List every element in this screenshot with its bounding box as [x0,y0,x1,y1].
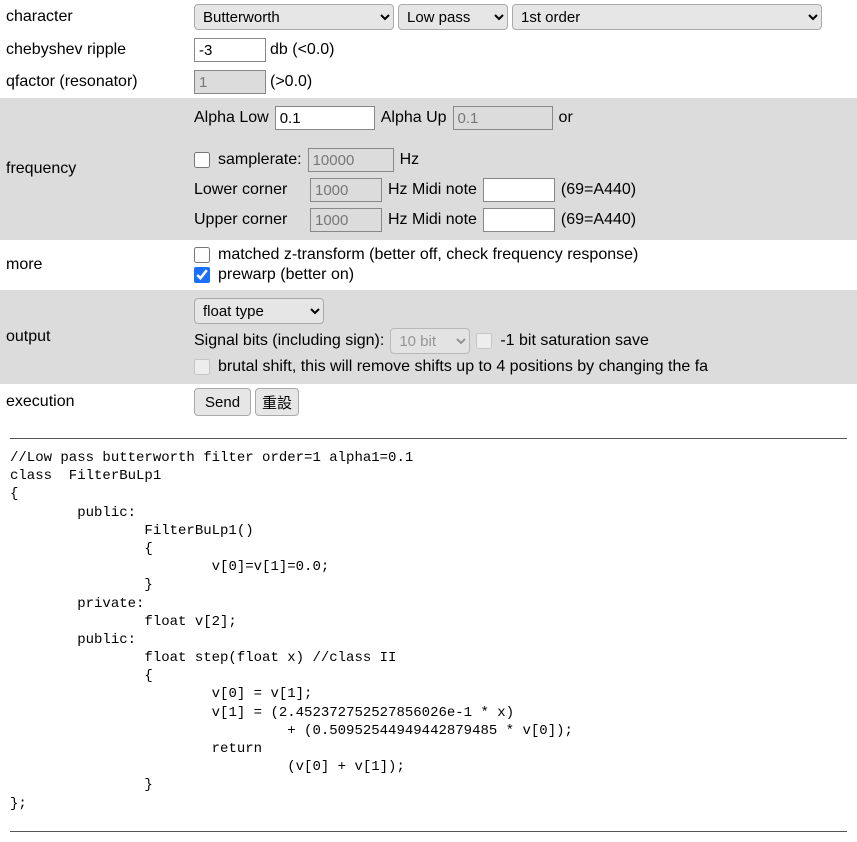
reset-button[interactable]: 重設 [255,388,299,416]
samplerate-input[interactable] [308,148,394,172]
upper-midi-label: Hz Midi note [388,211,477,229]
order-select[interactable]: 1st order [512,4,822,30]
samplerate-checkbox[interactable] [194,152,210,168]
brutal-shift-label: brutal shift, this will remove shifts up… [218,358,708,376]
alpha-low-label: Alpha Low [194,109,269,127]
filter-family-select[interactable]: Butterworth [194,4,394,30]
prewarp-checkbox[interactable] [194,267,210,283]
upper-corner-label: Upper corner [194,211,304,229]
sat-save-checkbox[interactable] [476,333,492,349]
chebyshev-input[interactable] [194,38,266,62]
generated-code: //Low pass butterworth filter order=1 al… [10,449,847,813]
sat-save-label: -1 bit saturation save [500,332,649,350]
chebyshev-unit: db (<0.0) [270,41,334,59]
upper-corner-input[interactable] [310,208,382,232]
character-label: character [6,8,73,25]
alpha-up-input[interactable] [453,106,553,130]
or-text: or [559,109,573,127]
lower-midi-label: Hz Midi note [388,181,477,199]
prewarp-label: prewarp (better on) [218,266,354,284]
send-button[interactable]: Send [194,388,251,416]
matched-z-checkbox[interactable] [194,247,210,263]
qfactor-label: qfactor (resonator) [6,73,138,90]
lower-midi-note: (69=A440) [561,181,636,199]
matched-z-label: matched z-transform (better off, check f… [218,246,638,264]
signal-bits-select[interactable]: 10 bit [390,328,470,354]
more-label: more [6,256,42,273]
samplerate-label: samplerate: [218,151,302,169]
separator [10,438,847,439]
upper-midi-input[interactable] [483,208,555,232]
samplerate-hz: Hz [400,151,420,169]
output-label: output [6,328,50,345]
upper-midi-note: (69=A440) [561,211,636,229]
chebyshev-label: chebyshev ripple [6,41,126,58]
alpha-up-label: Alpha Up [381,109,447,127]
execution-label: execution [6,393,75,410]
lower-corner-input[interactable] [310,178,382,202]
signal-bits-label: Signal bits (including sign): [194,332,384,350]
filter-form: character Butterworth Low pass 1st order… [0,0,857,420]
brutal-shift-checkbox[interactable] [194,359,210,375]
lower-midi-input[interactable] [483,178,555,202]
frequency-label: frequency [6,160,76,177]
qfactor-note: (>0.0) [270,73,312,91]
alpha-low-input[interactable] [275,106,375,130]
qfactor-input[interactable] [194,70,266,94]
output-type-select[interactable]: float type [194,298,324,324]
lower-corner-label: Lower corner [194,181,304,199]
pass-type-select[interactable]: Low pass [398,4,508,30]
